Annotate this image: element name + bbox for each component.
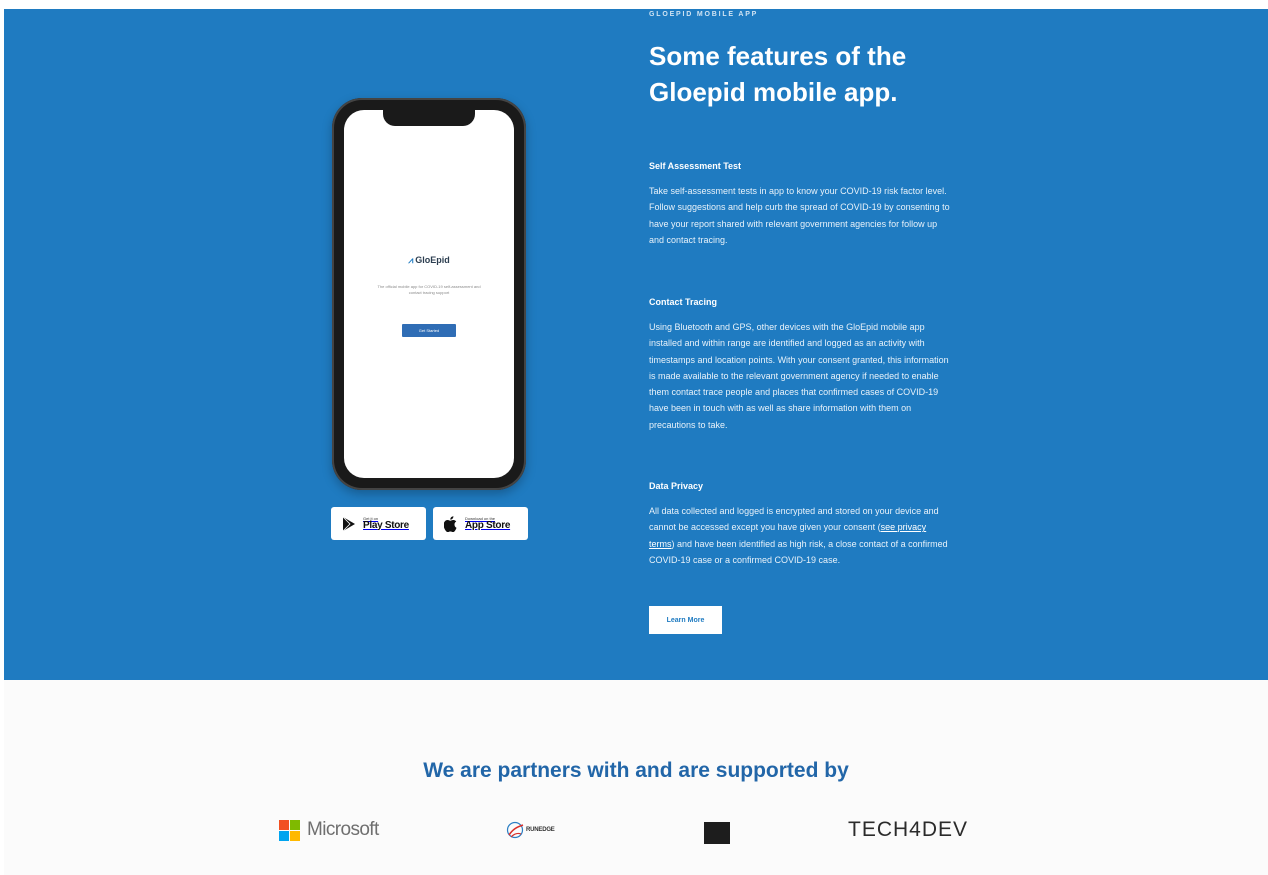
runedge-logo-text: RUNEDGE <box>526 827 555 833</box>
microsoft-logo-text: Microsoft <box>307 819 379 840</box>
partner-logo-dark <box>704 822 730 844</box>
runedge-logo: RUNEDGE <box>506 819 555 841</box>
app-logo: ⩘ GloEpid <box>344 255 514 266</box>
phone-mockup: ⩘ GloEpid The official mobile app for COV… <box>332 98 526 490</box>
phone-notch <box>383 110 475 126</box>
microsoft-icon <box>279 819 300 841</box>
feature-title-self-assessment: Self Assessment Test <box>649 161 742 171</box>
microsoft-logo: Microsoft <box>279 819 379 841</box>
feature-body-contact-tracing: Using Bluetooth and GPS, other devices w… <box>649 322 949 430</box>
apple-icon <box>443 515 459 532</box>
section-headline: Some features of the Gloepid mobile app. <box>649 41 907 107</box>
app-description: The official mobile app for COVID-19 sel… <box>377 284 481 295</box>
learn-more-button[interactable]: Learn More <box>649 606 722 634</box>
feature-title-data-privacy: Data Privacy <box>649 481 704 491</box>
gloepid-logo-icon: ⩘ <box>408 255 414 265</box>
partners-section: We are partners with and are supported b… <box>4 680 1268 875</box>
feature-body-data-privacy: All data collected and logged is encrypt… <box>649 503 954 568</box>
play-store-label: Play Store <box>363 519 409 531</box>
app-get-started-button: Get Started <box>402 324 456 337</box>
app-store-label: App Store <box>465 519 511 531</box>
privacy-text-after: ) and have been identified as high risk,… <box>649 538 948 565</box>
feature-title-contact-tracing: Contact Tracing <box>649 297 718 307</box>
google-play-icon <box>341 516 357 532</box>
play-store-badge[interactable]: Get it on Play Store <box>331 507 426 540</box>
tech4dev-logo: TECH4DEV <box>848 818 969 841</box>
partners-title: We are partners with and are supported b… <box>423 759 849 782</box>
runedge-icon <box>506 821 524 839</box>
features-section: GLOEPID MOBILE APP Some features of the … <box>4 9 1268 680</box>
feature-body-self-assessment: Take self-assessment tests in app to kno… <box>649 186 950 245</box>
app-logo-text: GloEpid <box>415 255 450 265</box>
phone-screen: ⩘ GloEpid The official mobile app for COV… <box>344 110 514 478</box>
app-store-badge[interactable]: Download on the App Store <box>433 507 528 540</box>
section-kicker: GLOEPID MOBILE APP <box>649 11 759 18</box>
